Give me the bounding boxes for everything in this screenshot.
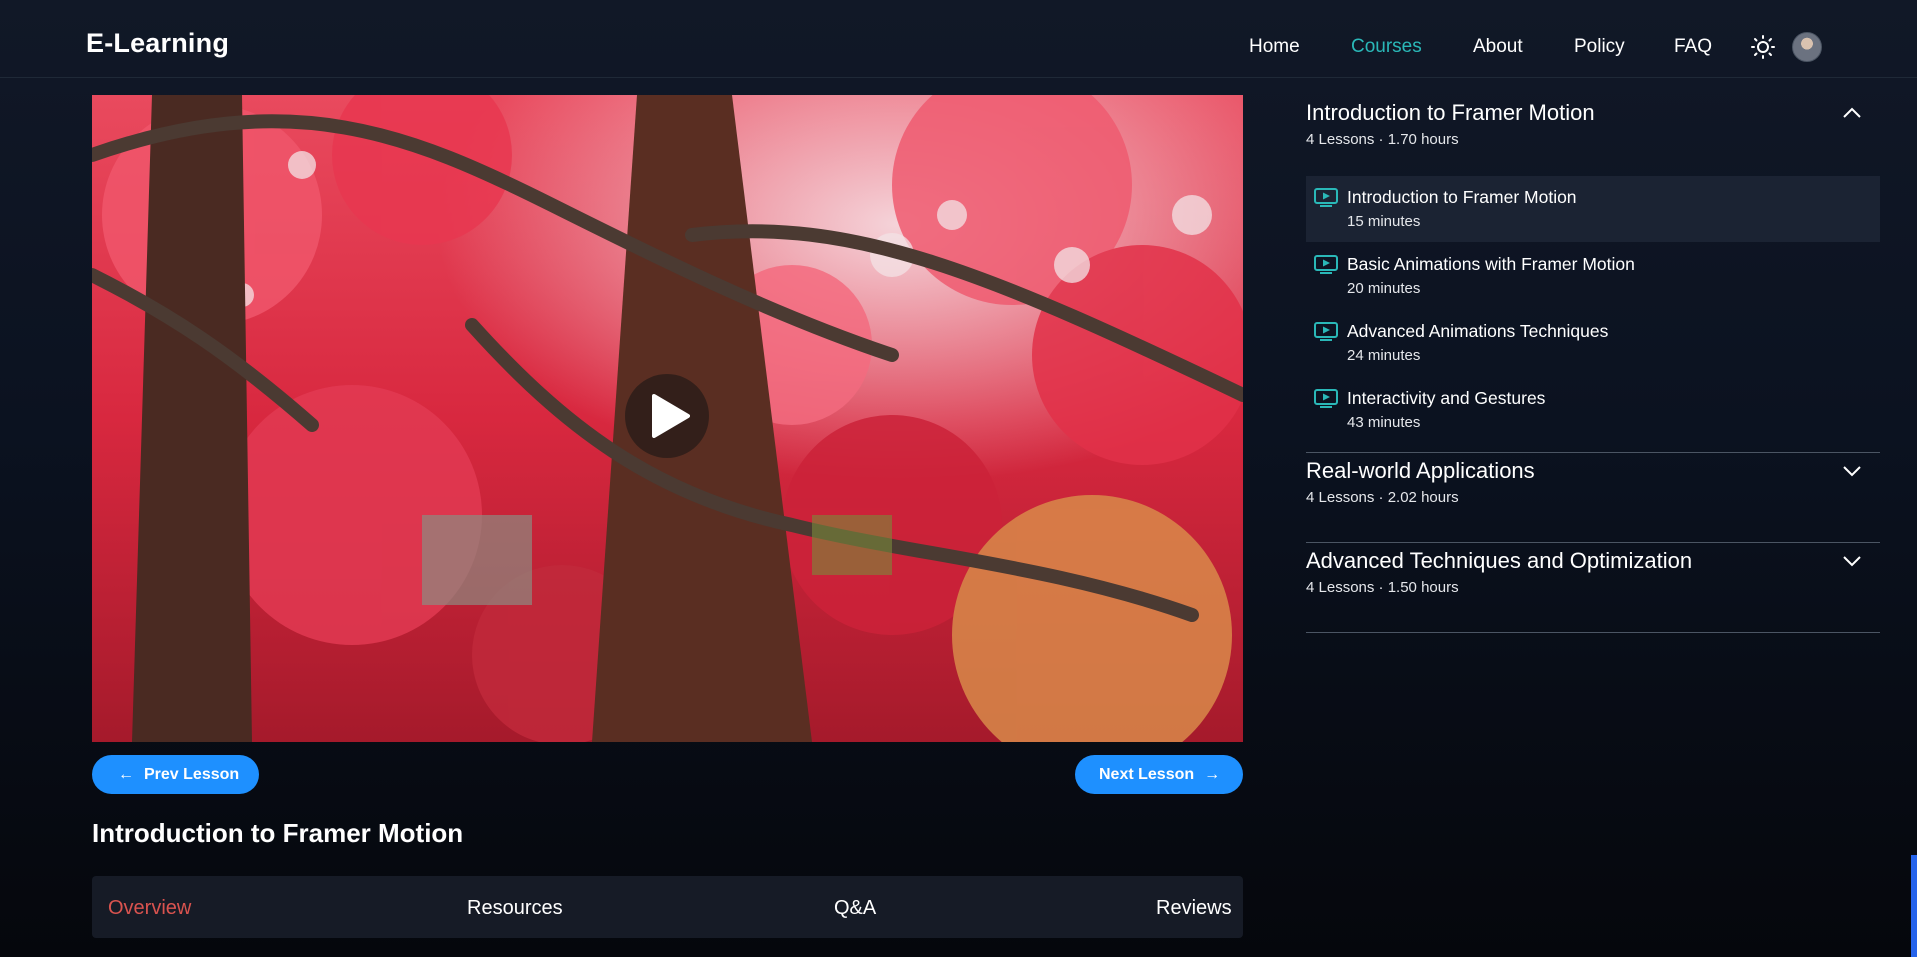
top-navbar: E-Learning Home Courses About Policy FAQ bbox=[0, 0, 1917, 78]
user-avatar[interactable] bbox=[1792, 32, 1822, 62]
course-section-header[interactable]: Real-world Applications 4 Lessons · 2.02… bbox=[1306, 458, 1880, 518]
arrow-right-icon: → bbox=[1204, 765, 1221, 783]
section-title: Real-world Applications bbox=[1306, 458, 1535, 483]
nav-home[interactable]: Home bbox=[1249, 36, 1300, 58]
video-player[interactable] bbox=[92, 95, 1243, 742]
nav-policy[interactable]: Policy bbox=[1574, 36, 1625, 58]
lesson-item-title: Interactivity and Gestures bbox=[1347, 388, 1546, 408]
lesson-item-duration: 15 minutes bbox=[1347, 213, 1421, 230]
video-lesson-icon bbox=[1314, 389, 1338, 408]
nav-about[interactable]: About bbox=[1473, 36, 1523, 58]
video-lesson-icon bbox=[1314, 322, 1338, 341]
chevron-down-icon[interactable] bbox=[1842, 554, 1862, 568]
section-meta: 4 Lessons · 1.50 hours bbox=[1306, 579, 1459, 596]
lesson-item-title: Basic Animations with Framer Motion bbox=[1347, 254, 1635, 274]
section-title: Advanced Techniques and Optimization bbox=[1306, 548, 1693, 573]
lesson-item-title: Advanced Animations Techniques bbox=[1347, 321, 1609, 341]
lesson-item[interactable]: Basic Animations with Framer Motion 20 m… bbox=[1306, 243, 1880, 309]
nav-faq[interactable]: FAQ bbox=[1674, 36, 1712, 58]
tab-overview[interactable]: Overview bbox=[108, 897, 191, 920]
tab-qa[interactable]: Q&A bbox=[834, 897, 876, 920]
tab-resources[interactable]: Resources bbox=[467, 897, 563, 920]
section-divider bbox=[1306, 632, 1880, 633]
section-divider bbox=[1306, 452, 1880, 453]
video-lesson-icon bbox=[1314, 188, 1338, 207]
tab-reviews[interactable]: Reviews bbox=[1156, 897, 1232, 920]
lesson-item[interactable]: Introduction to Framer Motion 15 minutes bbox=[1306, 176, 1880, 242]
chevron-up-icon[interactable] bbox=[1842, 106, 1862, 120]
lesson-item-title: Introduction to Framer Motion bbox=[1347, 187, 1577, 207]
section-divider bbox=[1306, 542, 1880, 543]
next-lesson-button[interactable]: Next Lesson → bbox=[1075, 755, 1243, 794]
play-button[interactable] bbox=[625, 374, 709, 458]
nav-courses[interactable]: Courses bbox=[1351, 36, 1422, 58]
lesson-title: Introduction to Framer Motion bbox=[92, 818, 464, 848]
prev-lesson-label: Prev Lesson bbox=[144, 765, 240, 783]
arrow-left-icon: ← bbox=[118, 765, 134, 783]
chevron-down-icon[interactable] bbox=[1842, 464, 1862, 478]
lesson-item[interactable]: Interactivity and Gestures 43 minutes bbox=[1306, 377, 1880, 443]
scrollbar-thumb[interactable] bbox=[1911, 855, 1917, 957]
lesson-item[interactable]: Advanced Animations Techniques 24 minute… bbox=[1306, 310, 1880, 376]
prev-lesson-button[interactable]: ← Prev Lesson bbox=[92, 755, 259, 794]
course-section-header[interactable]: Introduction to Framer Motion 4 Lessons … bbox=[1306, 100, 1880, 160]
section-meta: 4 Lessons · 2.02 hours bbox=[1306, 489, 1459, 506]
lesson-tabs: Overview Resources Q&A Reviews bbox=[92, 876, 1243, 938]
section-meta: 4 Lessons · 1.70 hours bbox=[1306, 131, 1459, 148]
site-logo[interactable]: E-Learning bbox=[86, 28, 229, 59]
play-icon bbox=[652, 394, 690, 438]
lesson-item-duration: 24 minutes bbox=[1347, 347, 1421, 364]
lesson-item-duration: 20 minutes bbox=[1347, 280, 1421, 297]
lesson-item-duration: 43 minutes bbox=[1347, 414, 1421, 431]
section-title: Introduction to Framer Motion bbox=[1306, 100, 1595, 125]
theme-toggle-sun-icon[interactable] bbox=[1750, 34, 1776, 60]
video-lesson-icon bbox=[1314, 255, 1338, 274]
course-section-header[interactable]: Advanced Techniques and Optimization 4 L… bbox=[1306, 548, 1880, 608]
next-lesson-label: Next Lesson bbox=[1099, 765, 1195, 783]
